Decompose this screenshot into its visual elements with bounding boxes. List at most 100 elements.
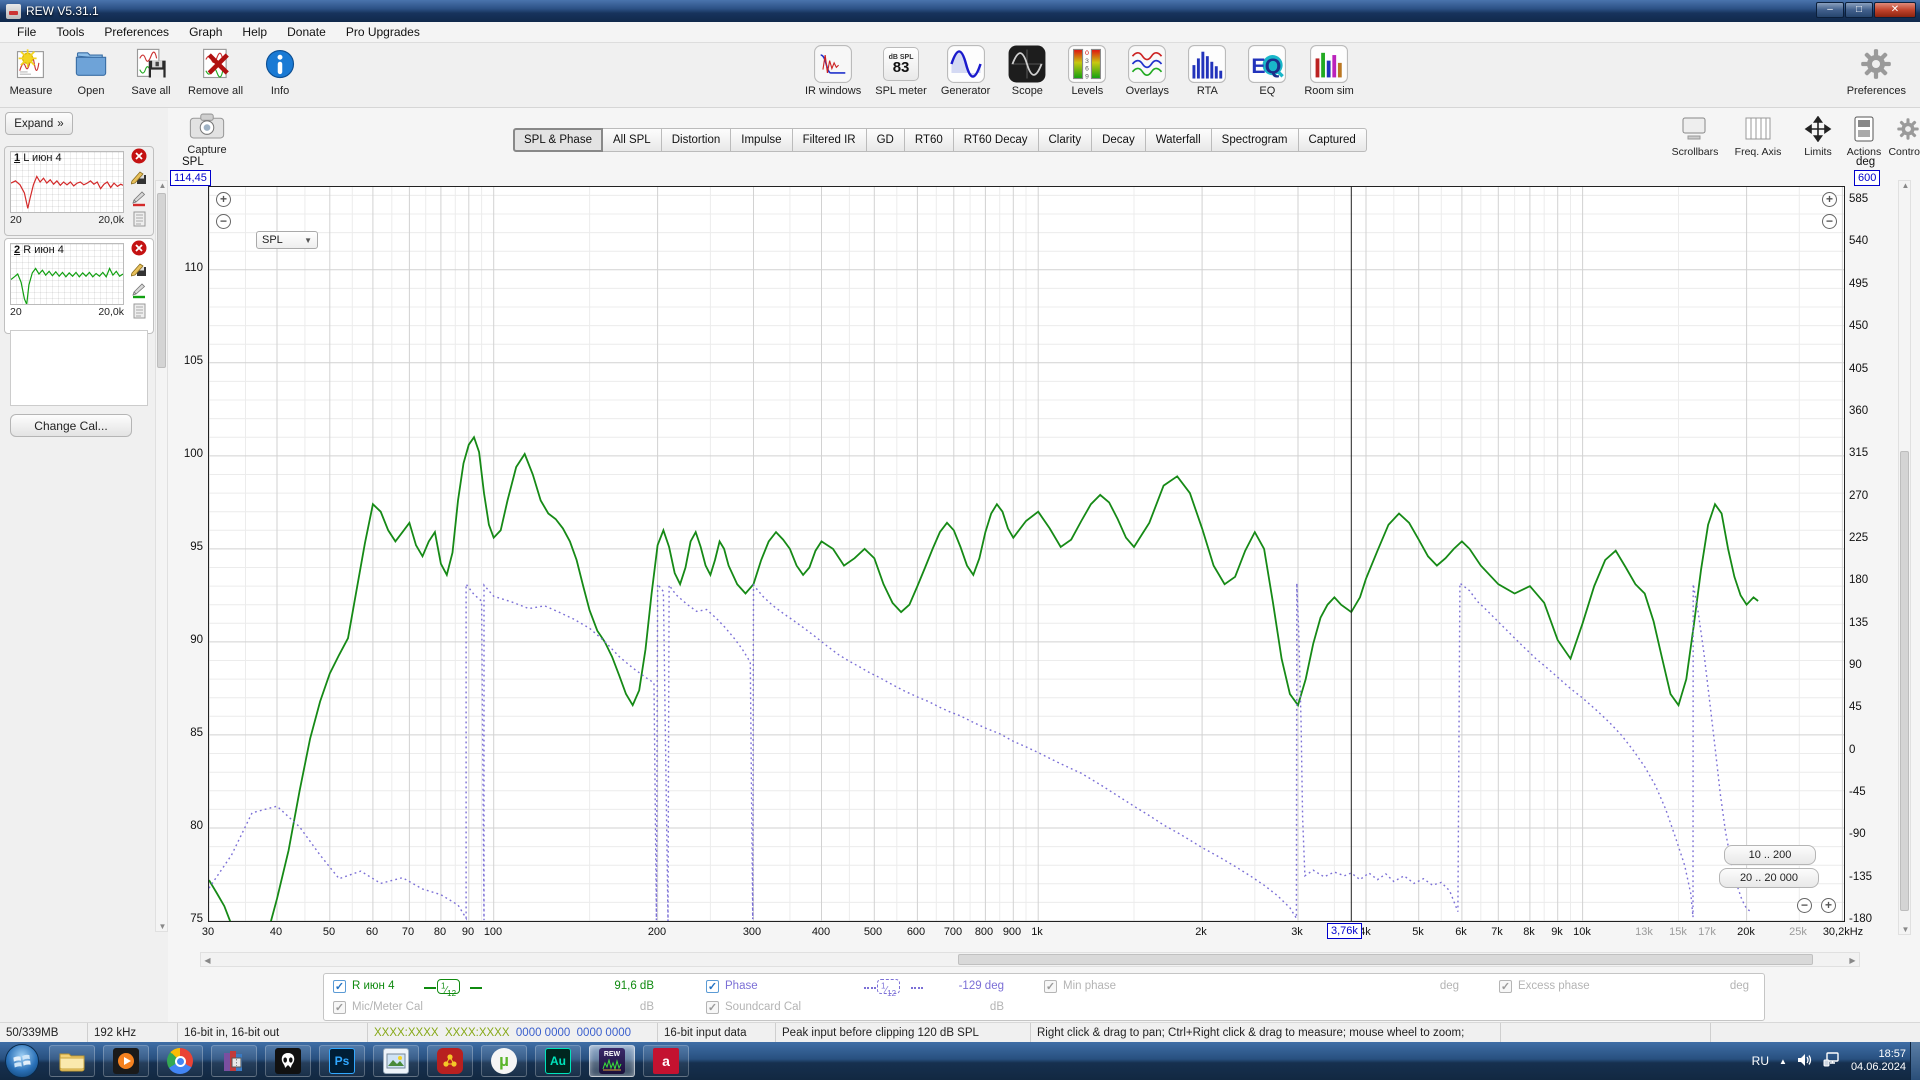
menu-help[interactable]: Help xyxy=(233,23,276,41)
spl-phase-plot[interactable]: + − + − − + SPL ▼ 10 .. 200 20 .. 20 000 xyxy=(208,186,1845,922)
expand-button[interactable]: Expand » xyxy=(5,112,73,135)
zoom-in-y-left[interactable]: + xyxy=(216,192,231,207)
menu-tools[interactable]: Tools xyxy=(47,23,93,41)
menu-file[interactable]: File xyxy=(8,23,45,41)
close-button[interactable]: ✕ xyxy=(1874,2,1916,18)
taskbar-app-molecule-app[interactable] xyxy=(427,1045,473,1077)
trace-color-button[interactable] xyxy=(131,191,148,208)
sidebar-scrollbar[interactable]: ▲ ▼ xyxy=(155,180,168,932)
toolbar-room-sim-button[interactable]: Room sim xyxy=(1304,45,1354,97)
tab-distortion[interactable]: Distortion xyxy=(662,128,732,152)
range-20-20000-button[interactable]: 20 .. 20 000 xyxy=(1719,868,1819,888)
toolbar-levels-button[interactable]: 0369Levels xyxy=(1064,45,1110,97)
toolbar-generator-button[interactable]: Generator xyxy=(941,45,991,97)
language-indicator[interactable]: RU xyxy=(1752,1054,1769,1068)
toolbar-eq-button[interactable]: EQEQ xyxy=(1244,45,1290,97)
tab-all-spl[interactable]: All SPL xyxy=(603,128,662,152)
taskbar-app-rew[interactable]: REW xyxy=(589,1045,635,1077)
y-axis-left-limit[interactable]: 114,45 xyxy=(170,170,211,186)
soundcard-cal-checkbox[interactable]: ✓ xyxy=(706,1001,719,1014)
measurement-card-1[interactable]: 1 L июн 4 20 20,0k xyxy=(4,146,154,236)
edit-measurement-button[interactable] xyxy=(131,262,148,279)
zoom-out-y-right[interactable]: − xyxy=(1822,214,1837,229)
spl-smoothing-badge[interactable]: 1⁄12 xyxy=(437,979,460,994)
tab-clarity[interactable]: Clarity xyxy=(1039,128,1093,152)
maximize-button[interactable]: □ xyxy=(1845,2,1873,18)
taskbar-app-foobar2000[interactable] xyxy=(265,1045,311,1077)
toolbar-spl-meter-button[interactable]: dB SPL83SPL meter xyxy=(875,45,927,97)
mic-meter-cal-checkbox[interactable]: ✓ xyxy=(333,1001,346,1014)
title-bar[interactable]: REW V5.31.1 – □ ✕ xyxy=(0,0,1920,22)
start-button[interactable] xyxy=(5,1044,39,1078)
controls-button[interactable]: Controls xyxy=(1876,116,1920,158)
taskbar-app-audition[interactable]: Au xyxy=(535,1045,581,1077)
taskbar-app-image-viewer[interactable] xyxy=(373,1045,419,1077)
toolbar-rta-button[interactable]: RTA xyxy=(1184,45,1230,97)
zoom-out-y-left[interactable]: − xyxy=(216,214,231,229)
capture-button[interactable]: Capture xyxy=(180,112,234,160)
menu-graph[interactable]: Graph xyxy=(180,23,231,41)
tab-impulse[interactable]: Impulse xyxy=(731,128,792,152)
edit-measurement-button[interactable] xyxy=(131,170,148,187)
toolbar-remove-all-button[interactable]: Remove all xyxy=(188,45,243,97)
taskbar-app-media-player[interactable] xyxy=(103,1045,149,1077)
freq-axis-button[interactable]: Freq. Axis xyxy=(1726,116,1790,158)
toolbar-overlays-button[interactable]: Overlays xyxy=(1124,45,1170,97)
taskbar-app-amd[interactable]: a xyxy=(643,1045,689,1077)
menu-preferences[interactable]: Preferences xyxy=(95,23,178,41)
phase-checkbox[interactable]: ✓ xyxy=(706,980,719,993)
horizontal-scrollbar[interactable]: ◀ ▶ xyxy=(200,952,1860,967)
range-10-200-button[interactable]: 10 .. 200 xyxy=(1724,845,1816,865)
vertical-scrollbar[interactable]: ▲ ▼ xyxy=(1898,180,1911,935)
min-phase-checkbox[interactable]: ✓ xyxy=(1044,980,1057,993)
taskbar-app-chrome[interactable] xyxy=(157,1045,203,1077)
tab-rt60[interactable]: RT60 xyxy=(905,128,954,152)
toolbar-preferences-button[interactable]: Preferences xyxy=(1847,45,1906,97)
toolbar-info-button[interactable]: Info xyxy=(257,45,303,97)
tab-captured[interactable]: Captured xyxy=(1299,128,1367,152)
menu-pro-upgrades[interactable]: Pro Upgrades xyxy=(337,23,429,41)
clock[interactable]: 18:57 04.06.2024 xyxy=(1851,1048,1906,1074)
cursor-frequency-readout[interactable]: 3,76k xyxy=(1327,923,1362,939)
volume-icon[interactable] xyxy=(1797,1053,1813,1070)
tab-filtered-ir[interactable]: Filtered IR xyxy=(793,128,867,152)
zoom-in-y-right[interactable]: + xyxy=(1822,192,1837,207)
close-measurement-button[interactable] xyxy=(131,149,148,166)
toolbar-save-all-button[interactable]: Save all xyxy=(128,45,174,97)
taskbar-app-utorrent[interactable]: µ xyxy=(481,1045,527,1077)
tray-expand-icon[interactable]: ▲ xyxy=(1779,1057,1787,1066)
show-desktop-button[interactable] xyxy=(1910,1042,1920,1080)
toolbar-scope-button[interactable]: Scope xyxy=(1004,45,1050,97)
measurement-checkbox[interactable]: ✓ xyxy=(333,980,346,993)
tab-rt60-decay[interactable]: RT60 Decay xyxy=(954,128,1039,152)
network-icon[interactable] xyxy=(1823,1052,1841,1070)
tab-waterfall[interactable]: Waterfall xyxy=(1146,128,1212,152)
trace-color-button[interactable] xyxy=(131,283,148,300)
measurement-notes-button[interactable] xyxy=(131,304,148,321)
change-cal-button[interactable]: Change Cal... xyxy=(10,414,132,437)
phase-smoothing-badge[interactable]: 1⁄12 xyxy=(877,979,900,994)
toolbar-ir-windows-button[interactable]: IR windows xyxy=(805,45,861,97)
tab-spectrogram[interactable]: Spectrogram xyxy=(1212,128,1299,152)
toolbar-measure-button[interactable]: Measure xyxy=(8,45,54,97)
tab-spl-phase[interactable]: SPL & Phase xyxy=(513,128,603,152)
menu-donate[interactable]: Donate xyxy=(278,23,335,41)
excess-phase-checkbox[interactable]: ✓ xyxy=(1499,980,1512,993)
measurement-notes[interactable] xyxy=(10,330,148,406)
zoom-in-x[interactable]: + xyxy=(1821,898,1836,913)
tab-gd[interactable]: GD xyxy=(867,128,905,152)
measurement-card-2[interactable]: 2 R июн 4 20 20,0k xyxy=(4,238,154,334)
taskbar-app-winrar[interactable] xyxy=(211,1045,257,1077)
taskbar-app-explorer[interactable] xyxy=(49,1045,95,1077)
y-axis-right-limit[interactable]: 600 xyxy=(1854,170,1880,186)
minimize-button[interactable]: – xyxy=(1816,2,1844,18)
scrollbars-button[interactable]: Scrollbars xyxy=(1663,116,1727,158)
close-measurement-button[interactable] xyxy=(131,241,148,258)
taskbar-app-photoshop[interactable]: Ps xyxy=(319,1045,365,1077)
toolbar-open-button[interactable]: Open xyxy=(68,45,114,97)
tab-decay[interactable]: Decay xyxy=(1092,128,1146,152)
pencil-save-icon xyxy=(131,169,147,188)
zoom-out-x[interactable]: − xyxy=(1797,898,1812,913)
trace-type-select[interactable]: SPL ▼ xyxy=(256,231,318,249)
measurement-notes-button[interactable] xyxy=(131,212,148,229)
